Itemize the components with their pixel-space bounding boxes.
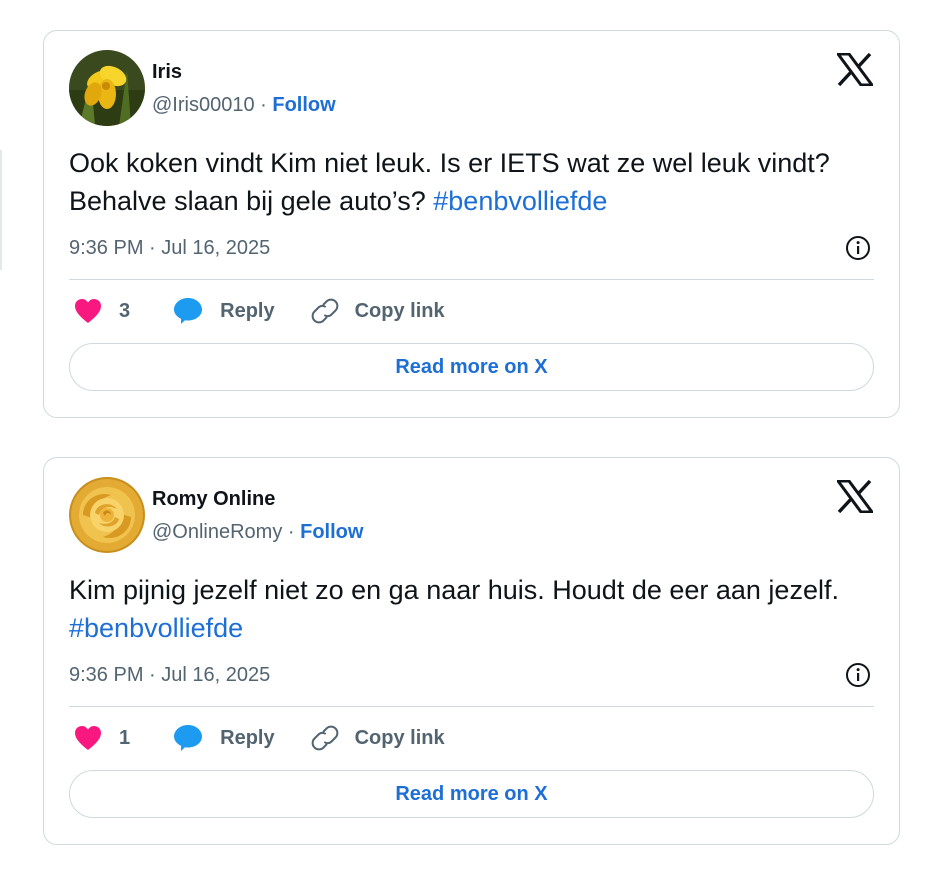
heart-icon [75,299,101,323]
reply-label: Reply [220,726,275,749]
read-more-button[interactable]: Read more on X [69,770,874,818]
author-handle[interactable]: @OnlineRomy [152,521,282,543]
avatar[interactable] [69,477,145,553]
copy-link-button[interactable]: Copy link [311,724,445,752]
copy-link-button[interactable]: Copy link [311,297,445,325]
link-icon [311,725,338,751]
info-icon[interactable] [845,662,871,688]
read-more-button[interactable]: Read more on X [69,343,874,391]
tweet-text: Ook koken vindt Kim niet leuk. Is er IET… [69,144,874,220]
action-bar: 1 Reply Copy link [74,724,445,752]
tweet-card: Iris @Iris00010 · Follow Ook koken vindt… [43,30,900,418]
like-count: 3 [119,299,131,322]
follow-button[interactable]: Follow [272,94,335,116]
reply-button[interactable]: Reply [173,724,275,752]
timestamp[interactable]: 9:36 PM · Jul 16, 2025 [69,664,270,687]
author-handle[interactable]: @Iris00010 [152,94,255,116]
reply-bubble-icon [174,298,203,324]
heart-icon [75,726,101,750]
tweet-body: Kim pijnig jezelf niet zo en ga naar hui… [69,575,839,605]
copy-link-label: Copy link [354,299,445,322]
like-button[interactable]: 1 [74,725,130,751]
info-icon[interactable] [845,235,871,261]
separator-dot: · [282,521,301,543]
hashtag-link[interactable]: #benbvolliefde [433,186,607,216]
copy-link-label: Copy link [354,726,445,749]
reply-label: Reply [220,299,275,322]
handle-row: @Iris00010 · Follow [152,94,336,117]
timestamp[interactable]: 9:36 PM · Jul 16, 2025 [69,237,270,260]
x-logo-icon[interactable] [835,479,875,514]
divider [69,706,874,707]
handle-row: @OnlineRomy · Follow [152,521,363,544]
separator-dot: · [254,94,273,116]
hashtag-link[interactable]: #benbvolliefde [69,613,243,643]
like-count: 1 [119,726,131,749]
reply-bubble-icon [174,725,203,751]
author-name[interactable]: Romy Online [152,488,275,511]
page-edge-divider [0,150,2,270]
follow-button[interactable]: Follow [300,521,363,543]
tweet-text: Kim pijnig jezelf niet zo en ga naar hui… [69,571,874,647]
reply-button[interactable]: Reply [173,297,275,325]
divider [69,279,874,280]
like-button[interactable]: 3 [74,298,130,324]
author-name[interactable]: Iris [152,61,182,84]
avatar[interactable] [69,50,145,126]
x-logo-icon[interactable] [835,52,875,87]
tweet-card: Romy Online @OnlineRomy · Follow Kim pij… [43,457,900,845]
link-icon [311,298,338,324]
action-bar: 3 Reply Copy link [74,297,445,325]
